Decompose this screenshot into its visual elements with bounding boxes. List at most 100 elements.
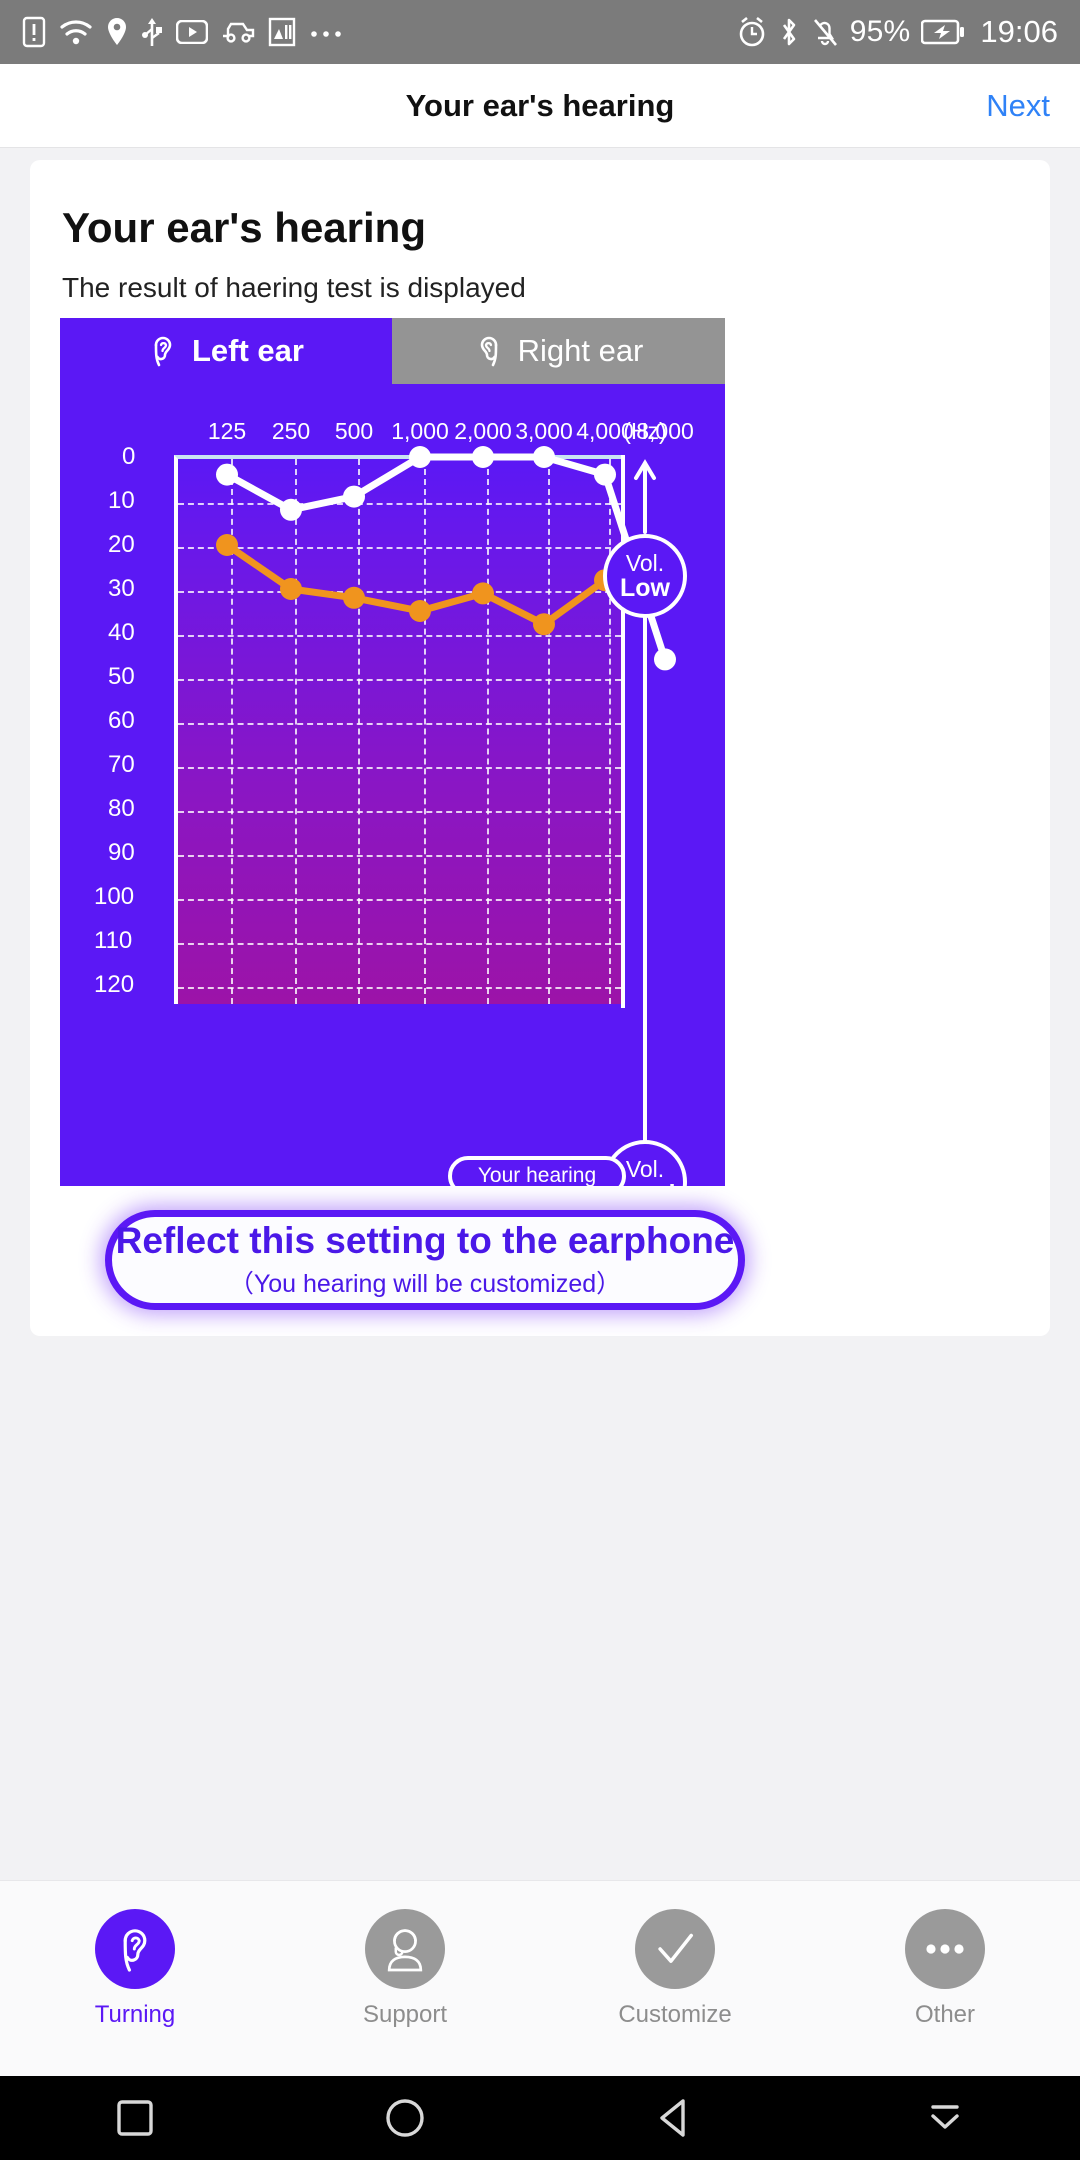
y-tick-label: 30: [108, 575, 135, 602]
series-point-0: [654, 648, 676, 671]
plot-area: [174, 455, 621, 1004]
grid-line-horizontal: [178, 987, 621, 989]
ear-icon: [480, 336, 497, 367]
y-tick-label: 50: [108, 663, 135, 690]
wifi-icon: [60, 20, 92, 45]
grid-line-horizontal: [178, 855, 621, 857]
status-icons-right: 95% 19:06: [737, 14, 1058, 50]
nav-item-customize[interactable]: Customize: [575, 1909, 775, 2029]
grid-line-vertical: [609, 459, 611, 1004]
ear-icon: [154, 336, 172, 367]
bottom-navigation: Turning Support Customize Other: [0, 1880, 1080, 2076]
nav-item-support[interactable]: Support: [305, 1909, 505, 2029]
ellipsis-icon: [926, 1944, 964, 1954]
grid-line-vertical: [358, 459, 360, 1004]
sd-card-icon: [268, 17, 296, 47]
y-tick-label: 120: [94, 971, 135, 998]
y-tick-label: 110: [94, 927, 133, 954]
nav-item-other[interactable]: Other: [845, 1909, 1045, 2029]
grid-line-vertical: [424, 459, 426, 1004]
ear-icon: [123, 1929, 147, 1972]
status-icons-left: [22, 16, 343, 48]
reflect-main-label: Reflect this setting to the earphone: [115, 1220, 735, 1261]
tab-left-ear[interactable]: Left ear: [60, 318, 392, 384]
x-tick-label: 250: [271, 418, 311, 444]
card-subtitle: The result of haering test is displayed: [62, 272, 526, 303]
nav-label-turning: Turning: [94, 2001, 176, 2028]
check-icon: [658, 1933, 693, 1963]
grid-line-vertical: [548, 459, 550, 1004]
status-bar: 95% 19:06: [0, 0, 1080, 64]
tab-left-ear-label: Left ear: [192, 333, 304, 368]
grid-line-horizontal: [178, 811, 621, 813]
y-tick-label: 70: [108, 751, 135, 778]
page-title: Your ear's hearing: [405, 87, 675, 123]
y-tick-label: 10: [108, 487, 135, 514]
legend-your-hearing-label: Your hearing: [477, 1164, 597, 1186]
y-tick-label: 100: [94, 883, 135, 910]
usb-icon: [142, 18, 162, 46]
sim-alert-icon: [22, 16, 46, 48]
reflect-sub-label: （You hearing will be customized）: [228, 1270, 622, 1298]
vol-loud-line1: Vol.: [625, 1155, 665, 1182]
nav-circle-support: [365, 1909, 445, 1989]
audiogram-panel: Left ear Right ear 125 250 500 1,000 2,0…: [60, 318, 725, 1186]
android-navigation-bar: [0, 2076, 1080, 2160]
nav-circle-turning: [95, 1909, 175, 1989]
nav-label-customize: Customize: [618, 2001, 732, 2028]
nav-item-turning[interactable]: Turning: [35, 1909, 235, 2029]
tab-right-ear[interactable]: Right ear: [392, 318, 725, 384]
reflect-setting-button[interactable]: Reflect this setting to the earphone （Yo…: [105, 1210, 745, 1310]
y-tick-label: 40: [108, 619, 135, 646]
grid-line-horizontal: [178, 723, 621, 725]
alarm-icon: [739, 16, 765, 47]
x-tick-label: 2,000: [454, 418, 512, 444]
agent-icon: [387, 1929, 423, 1972]
location-icon: [108, 18, 126, 45]
card-title: Your ear's hearing: [62, 204, 426, 251]
grid-line-vertical: [487, 459, 489, 1004]
battery-percent: 95%: [849, 15, 911, 48]
grid-line-horizontal: [178, 547, 621, 549]
x-tick-label: 125: [207, 418, 247, 444]
ear-tabs: Left ear Right ear: [60, 318, 725, 384]
nav-circle-customize: [635, 1909, 715, 1989]
clock: 19:06: [980, 14, 1058, 49]
x-tick-label: 500: [334, 418, 374, 444]
square-icon[interactable]: [114, 2097, 156, 2139]
x-tick-label: 1,000: [391, 418, 449, 444]
y-tick-label: 20: [108, 531, 135, 558]
more-icon: [311, 31, 341, 37]
nav-label-other: Other: [914, 2001, 976, 2028]
grid-line-horizontal: [178, 503, 621, 505]
grid-line-horizontal: [178, 943, 621, 945]
next-button[interactable]: Next: [986, 88, 1050, 124]
grid-line-horizontal: [178, 679, 621, 681]
collapse-icon[interactable]: [923, 2096, 967, 2140]
nav-circle-other: [905, 1909, 985, 1989]
y-tick-label: 80: [108, 795, 135, 822]
x-axis-unit-label: (Hz): [623, 418, 667, 444]
grid-line-horizontal: [178, 899, 621, 901]
grid-line-horizontal: [178, 635, 621, 637]
vol-low-arrow-icon: [634, 459, 656, 534]
app-bar: Your ear's hearing Next: [0, 64, 1080, 148]
y-tick-label: 90: [108, 839, 135, 866]
nav-label-support: Support: [362, 2001, 448, 2028]
legend-your-hearing: Your hearing: [448, 1156, 626, 1186]
grid-line-vertical: [295, 459, 297, 1004]
youtube-icon: [176, 20, 208, 44]
triangle-back-icon[interactable]: [654, 2096, 696, 2140]
grid-line-vertical: [231, 459, 233, 1004]
mute-icon: [813, 19, 837, 46]
vol-low-badge: Vol. Low: [603, 534, 687, 618]
y-tick-label: 0: [122, 443, 136, 470]
tab-right-ear-label: Right ear: [517, 333, 644, 368]
battery-charging-icon: [921, 19, 965, 45]
hearing-result-card: Your ear's hearing The result of haering…: [30, 160, 1050, 1336]
car-icon: [223, 22, 255, 43]
grid-line-horizontal: [178, 591, 621, 593]
circle-icon[interactable]: [383, 2096, 427, 2140]
vol-low-line1: Vol.: [625, 549, 665, 576]
vol-low-line2: Low: [620, 573, 670, 602]
